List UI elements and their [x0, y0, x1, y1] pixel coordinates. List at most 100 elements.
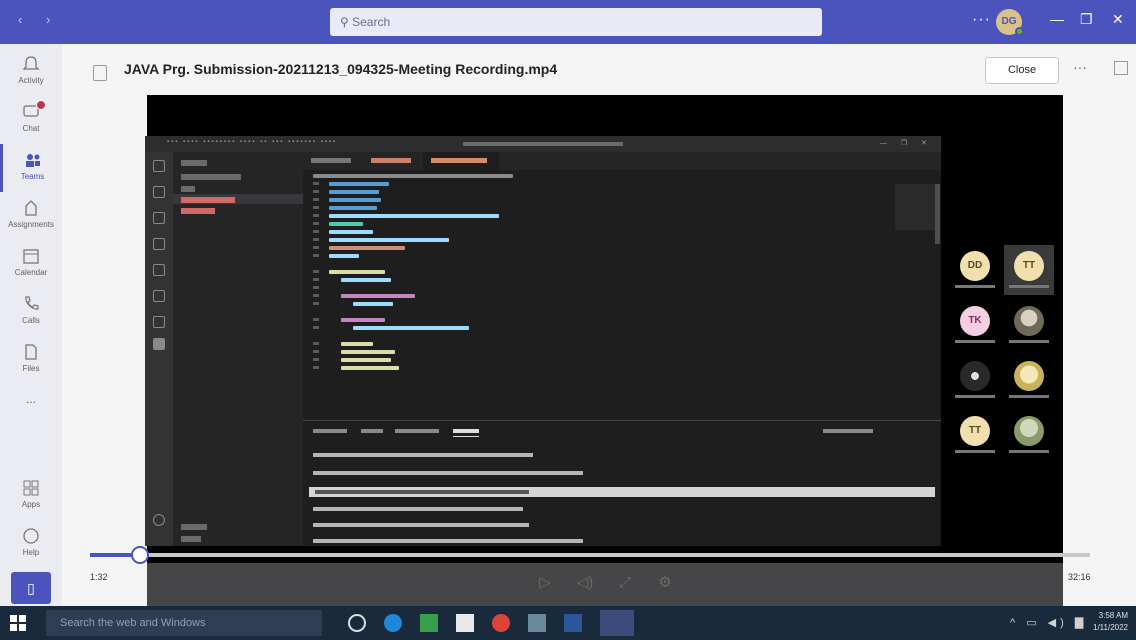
explorer-timeline	[181, 536, 201, 542]
line-number	[313, 230, 319, 233]
explorer-item	[181, 186, 195, 192]
rail-help[interactable]: Help	[0, 520, 62, 568]
participant-tile: TT	[950, 410, 1000, 460]
app-rail: Activity Chat Teams Assignments Calendar…	[0, 44, 62, 606]
participant-tile: TK	[950, 300, 1000, 350]
search-icon: ⚲	[340, 15, 353, 29]
more-options-button[interactable]: ···	[1073, 59, 1087, 75]
line-number	[313, 326, 319, 329]
chat-badge	[36, 100, 46, 110]
seek-thumb[interactable]	[131, 546, 149, 564]
chrome-icon[interactable]	[492, 614, 510, 632]
vscode-explorer	[173, 152, 303, 546]
seek-bar[interactable]	[90, 546, 1090, 564]
panel-tab-debug	[395, 429, 439, 433]
code-line	[341, 358, 391, 362]
code-line	[341, 366, 399, 370]
rail-chat[interactable]: Chat	[0, 96, 62, 144]
cortana-icon[interactable]	[348, 614, 366, 632]
close-window-icon[interactable]: ✕	[1112, 11, 1124, 28]
participant-name	[1009, 450, 1049, 453]
rail-files[interactable]: Files	[0, 336, 62, 384]
taskbar-search[interactable]: Search the web and Windows	[46, 610, 322, 636]
vscode-editor	[303, 170, 941, 420]
apps-icon	[23, 480, 39, 496]
rail-more[interactable]: ...	[0, 384, 62, 432]
rail-activity[interactable]: Activity	[0, 48, 62, 96]
rail-calendar[interactable]: Calendar	[0, 240, 62, 288]
participant-avatar: DD	[960, 251, 990, 281]
line-number	[313, 358, 319, 361]
settings-icon[interactable]: ⚙	[653, 571, 677, 595]
vscode-titlebar: ▪▪▪ ▪▪▪▪ ▪▪▪▪▪▪▪▪ ▪▪▪▪ ▪▪ ▪▪▪ ▪▪▪▪▪▪▪ ▪▪…	[145, 136, 941, 152]
title-bar: ‹ › ⚲ Search ··· DG — ❐ ✕	[0, 0, 1136, 44]
edge-icon[interactable]	[384, 614, 402, 632]
play-icon[interactable]: ▷	[533, 571, 557, 595]
vscode-minimap	[895, 184, 935, 230]
participant-avatar: TK	[960, 306, 990, 336]
participant-tile	[950, 355, 1000, 405]
line-number	[313, 286, 319, 289]
file-explorer-icon[interactable]	[456, 614, 474, 632]
rail-assignments[interactable]: Assignments	[0, 192, 62, 240]
rail-apps[interactable]: Apps	[0, 472, 62, 520]
current-time: 1:32	[90, 572, 108, 582]
search-input[interactable]: ⚲ Search	[330, 8, 822, 36]
fullscreen-icon[interactable]: ⤢	[613, 571, 637, 595]
windows-start-icon[interactable]	[10, 615, 26, 631]
code-line	[353, 302, 393, 306]
testing-icon	[153, 290, 165, 302]
more-options-icon[interactable]: ···	[972, 11, 991, 29]
vscode-activity-bar	[145, 152, 173, 546]
app-icon[interactable]	[528, 614, 546, 632]
line-number	[313, 342, 319, 345]
code-line	[341, 318, 385, 322]
explorer-outline	[181, 524, 207, 530]
volume-icon[interactable]: ◁)	[573, 571, 597, 595]
rail-teams[interactable]: Teams	[0, 144, 62, 192]
close-button[interactable]: Close	[985, 57, 1059, 84]
pop-out-icon[interactable]	[1114, 61, 1128, 75]
maximize-icon[interactable]: ❐	[1080, 11, 1093, 28]
system-tray[interactable]: ^ ▭ ◀) ▇	[1010, 616, 1087, 629]
phone-icon	[25, 296, 39, 310]
account-icon	[153, 514, 165, 526]
teams-icon	[25, 154, 40, 167]
assignments-icon	[25, 200, 37, 216]
java-icon	[153, 338, 165, 350]
terminal-selected-line	[309, 487, 935, 497]
participant-name	[1009, 285, 1049, 288]
vscode-menu: ▪▪▪ ▪▪▪▪ ▪▪▪▪▪▪▪▪ ▪▪▪▪ ▪▪ ▪▪▪ ▪▪▪▪▪▪▪ ▪▪…	[167, 139, 338, 145]
download-mobile-button[interactable]: ▯	[11, 572, 51, 604]
teams-taskbar-icon[interactable]	[600, 610, 634, 636]
store-icon[interactable]	[420, 614, 438, 632]
clock-date: 1/11/2022	[1093, 623, 1128, 632]
rail-calls[interactable]: Calls	[0, 288, 62, 336]
minimize-icon[interactable]: —	[1050, 11, 1064, 27]
nav-arrows-icon[interactable]: ‹ ›	[18, 12, 60, 27]
code-line	[329, 198, 381, 202]
participant-tile: TT	[1004, 245, 1054, 295]
windows-taskbar: Search the web and Windows ^ ▭ ◀) ▇ 3:58…	[0, 606, 1136, 640]
bell-icon	[22, 56, 40, 70]
vscode-tab	[363, 152, 423, 170]
panel-tab-underline	[453, 436, 479, 437]
participant-photo	[1014, 306, 1044, 336]
word-icon[interactable]	[564, 614, 582, 632]
file-icon	[25, 344, 37, 360]
total-time: 32:16	[1068, 572, 1091, 582]
line-number	[313, 366, 319, 369]
tab-label	[431, 158, 487, 163]
tab-label	[371, 158, 411, 163]
participant-photo	[1014, 416, 1044, 446]
code-line	[329, 238, 449, 242]
file-title: JAVA Prg. Submission-20211213_094325-Mee…	[124, 61, 558, 77]
terminal-line	[313, 453, 533, 457]
terminal-selected-text	[315, 490, 529, 494]
search-icon	[153, 186, 165, 198]
line-number	[313, 198, 319, 201]
code-line	[341, 278, 391, 282]
clock[interactable]: 3:58 AM 1/11/2022	[1092, 610, 1128, 634]
panel-terminal-select	[823, 429, 873, 433]
explorer-folder	[181, 174, 241, 180]
